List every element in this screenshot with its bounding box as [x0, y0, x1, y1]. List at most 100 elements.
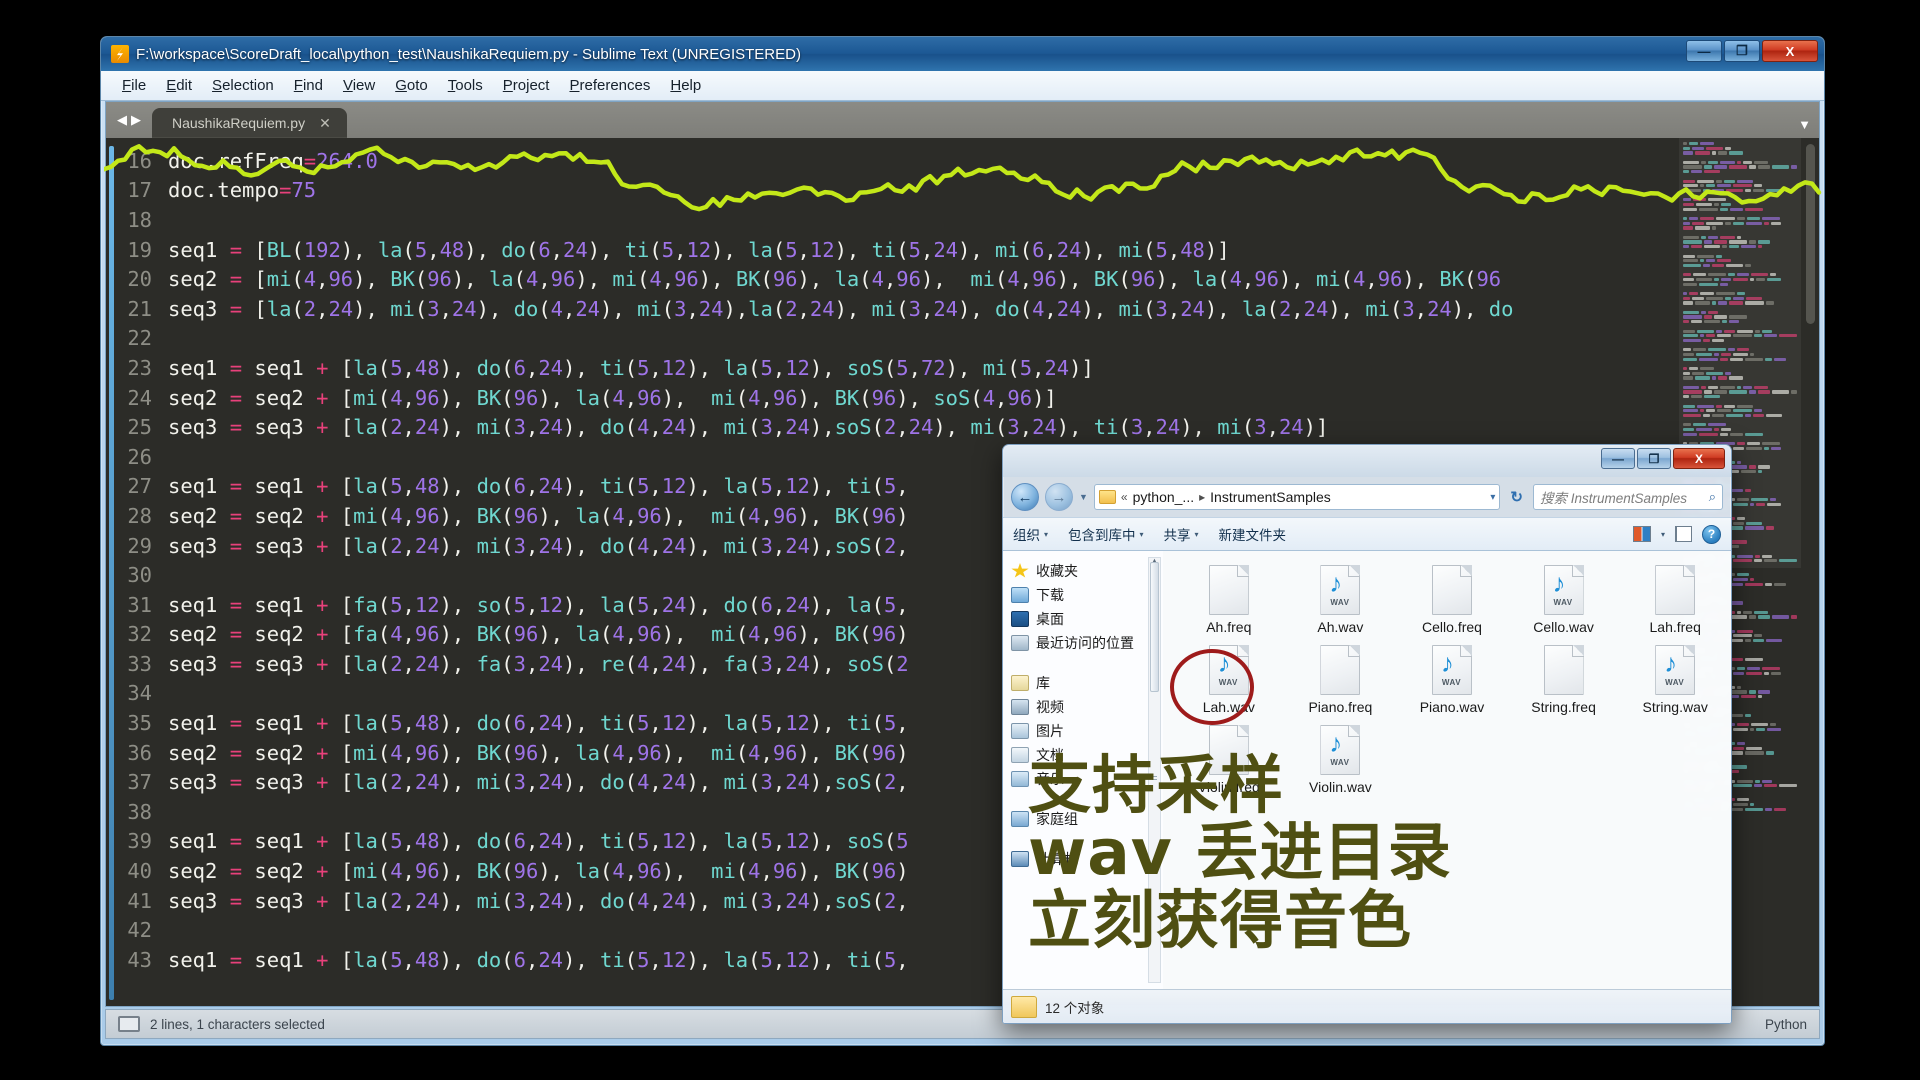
menu-item-selection[interactable]: Selection	[203, 74, 283, 97]
file-item[interactable]: Cello.freq	[1396, 565, 1508, 635]
code-line[interactable]: 20 seq2 = [mi(4,96), BK(96), la(4,96), mi…	[106, 264, 1679, 294]
tab-naushika-requiem[interactable]: NaushikaRequiem.py ✕	[152, 108, 347, 138]
sidebar-item-label: 家庭组	[1036, 811, 1078, 827]
toolbar-item[interactable]: 组织 ▾	[1013, 524, 1048, 544]
change-view-icon[interactable]	[1632, 526, 1651, 542]
file-item[interactable]: ♪ WAV Ah.wav	[1285, 565, 1397, 635]
file-item[interactable]: ♪ WAV Violin.wav	[1285, 725, 1397, 795]
explorer-main-area: 收藏夹 下载 桌面 最近访问的位置库视频 图片 文档 音乐家庭组计算机 ▲ Ah.freq ♪…	[1003, 551, 1731, 989]
toolbar-item[interactable]: 共享 ▾	[1164, 524, 1199, 544]
menu-item-preferences[interactable]: Preferences	[560, 74, 659, 97]
syntax-status-text[interactable]: Python	[1765, 1017, 1807, 1032]
tab-nav-arrows[interactable]: ◀ ▶	[106, 102, 152, 138]
code-line[interactable]: 18	[106, 205, 1679, 235]
code-line[interactable]: 21 seq3 = [la(2,24), mi(3,24), do(4,24), …	[106, 294, 1679, 324]
code-line[interactable]: 23 seq1 = seq1 + [la(5,48), do(6,24), ti(…	[106, 353, 1679, 383]
recent-locations-chevron-down-icon[interactable]: ▼	[1079, 492, 1088, 502]
sidebar-item-7[interactable]: 文档	[1011, 743, 1163, 767]
code-line[interactable]: 24 seq2 = seq2 + [mi(4,96), BK(96), la(4,…	[106, 383, 1679, 413]
editor-vertical-scrollbar[interactable]	[1804, 140, 1817, 1004]
file-item[interactable]: String.freq	[1508, 645, 1620, 715]
editor-scrollbar-thumb[interactable]	[1806, 144, 1815, 324]
menu-item-project[interactable]: Project	[494, 74, 559, 97]
view-chevron-down-icon[interactable]: ▾	[1661, 530, 1665, 539]
sidebar-item-4[interactable]: 库	[1011, 671, 1163, 695]
file-list-pane[interactable]: Ah.freq ♪ WAV Ah.wav Cello.freq ♪ WAV Cello.wav…	[1163, 551, 1731, 989]
back-arrow-icon[interactable]: ←	[1011, 483, 1039, 511]
file-icon: ♪ WAV	[1320, 565, 1361, 615]
line-content: seq1 = seq1 + [fa(5,12), so(5,12), la(5,…	[168, 592, 909, 617]
help-icon[interactable]: ?	[1702, 524, 1721, 544]
code-line[interactable]: 25 seq3 = seq3 + [la(2,24), mi(3,24), do(…	[106, 412, 1679, 442]
line-number: 20	[127, 267, 152, 292]
sidebar-item-3[interactable]: 最近访问的位置	[1011, 631, 1163, 655]
code-line[interactable]: 17 doc.tempo=75	[106, 176, 1679, 206]
line-number: 25	[127, 415, 152, 440]
menu-item-tools[interactable]: Tools	[439, 74, 492, 97]
menu-item-find[interactable]: Find	[285, 74, 332, 97]
toolbar-item[interactable]: 新建文件夹	[1219, 524, 1287, 544]
file-item[interactable]: Lah.freq	[1619, 565, 1731, 635]
explorer-close-button[interactable]: X	[1673, 448, 1725, 469]
console-icon[interactable]	[118, 1016, 140, 1032]
toolbar-label: 组织	[1013, 528, 1040, 543]
tab-overflow-chevron-down-icon[interactable]: ▼	[1798, 117, 1811, 132]
menu-item-help[interactable]: Help	[661, 74, 710, 97]
code-line[interactable]: 22	[106, 324, 1679, 354]
sidebar-item-2[interactable]: 桌面	[1011, 607, 1163, 631]
file-item[interactable]: Piano.freq	[1285, 645, 1397, 715]
tab-next-icon[interactable]: ▶	[131, 112, 141, 128]
sidebar-item-1[interactable]: 下载	[1011, 583, 1163, 607]
sidebar-item-8[interactable]: 音乐	[1011, 767, 1163, 791]
explorer-titlebar[interactable]: — ❐ X	[1003, 445, 1731, 477]
breadcrumb-segment-2[interactable]: InstrumentSamples	[1210, 489, 1331, 505]
line-number: 16	[127, 148, 152, 173]
code-line[interactable]: 19 seq1 = [BL(192), la(5,48), do(6,24), t…	[106, 235, 1679, 265]
sublime-titlebar[interactable]: F:\workspace\ScoreDraft_local\python_tes…	[101, 37, 1824, 71]
minimize-button[interactable]: —	[1686, 40, 1722, 62]
sidebar-item-6[interactable]: 图片	[1011, 719, 1163, 743]
explorer-minimize-button[interactable]: —	[1601, 448, 1635, 469]
breadcrumb-segment-1[interactable]: python_...	[1133, 489, 1195, 505]
close-button[interactable]: X	[1762, 40, 1818, 62]
file-item[interactable]: ♪ WAV String.wav	[1619, 645, 1731, 715]
sidebar-scrollbar[interactable]: ▲	[1148, 556, 1161, 983]
tab-prev-icon[interactable]: ◀	[117, 112, 127, 128]
chevron-down-icon: ▾	[1194, 529, 1199, 539]
menu-item-view[interactable]: View	[334, 74, 384, 97]
file-icon: ♪ WAV	[1431, 645, 1472, 695]
tab-close-icon[interactable]: ✕	[319, 115, 331, 132]
menu-item-edit[interactable]: Edit	[157, 74, 201, 97]
explorer-maximize-button[interactable]: ❐	[1637, 448, 1671, 469]
sidebar-item-0[interactable]: 收藏夹	[1011, 559, 1163, 583]
preview-pane-icon[interactable]	[1675, 526, 1692, 542]
forward-arrow-icon[interactable]: →	[1045, 483, 1073, 511]
code-line[interactable]: 16 doc.refFreq=264.0	[106, 146, 1679, 176]
menu-item-goto[interactable]: Goto	[386, 74, 437, 97]
file-item[interactable]: ♪ WAV Piano.wav	[1396, 645, 1508, 715]
file-name-label: Ah.freq	[1206, 619, 1252, 635]
sidebar-item-5[interactable]: 视频	[1011, 695, 1163, 719]
line-number: 17	[127, 178, 152, 203]
toolbar-right-group: ▾?	[1632, 524, 1721, 544]
minimap-line	[1683, 165, 1801, 169]
file-item[interactable]: ♪ WAV Cello.wav	[1508, 565, 1620, 635]
menu-item-file[interactable]: File	[113, 74, 155, 97]
address-chevron-down-icon[interactable]: ▾	[1490, 492, 1495, 503]
file-name-label: Piano.wav	[1419, 699, 1485, 715]
address-bar[interactable]: « python_... ▸ InstrumentSamples ▾	[1093, 484, 1501, 510]
file-item[interactable]: Violin.freq	[1173, 725, 1285, 795]
sublime-app-icon	[111, 45, 129, 63]
sidebar-item-10[interactable]: 计算机	[1011, 847, 1163, 871]
sidebar-item-9[interactable]: 家庭组	[1011, 807, 1163, 831]
sublime-title-text: F:\workspace\ScoreDraft_local\python_tes…	[136, 45, 801, 63]
line-content: seq2 = [mi(4,96), BK(96), la(4,96), mi(4…	[168, 267, 1502, 292]
maximize-button[interactable]: ❐	[1724, 40, 1760, 62]
sidebar-scrollbar-thumb[interactable]	[1150, 562, 1159, 692]
breadcrumb-overflow[interactable]: «	[1121, 490, 1128, 504]
file-item[interactable]: ♪ WAV Lah.wav	[1173, 645, 1285, 715]
search-input[interactable]: 搜索 InstrumentSamples ⌕	[1533, 484, 1723, 510]
refresh-icon[interactable]: ↻	[1506, 488, 1527, 506]
toolbar-item[interactable]: 包含到库中 ▾	[1068, 524, 1144, 544]
file-item[interactable]: Ah.freq	[1173, 565, 1285, 635]
